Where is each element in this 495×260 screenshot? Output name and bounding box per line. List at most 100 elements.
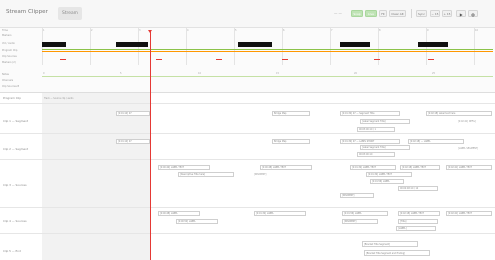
clip-box[interactable]: [Bracket Title Segment and Ending] (364, 250, 430, 256)
play-button[interactable] (456, 10, 466, 17)
toolbar: Stream Clipper Stream — — Snap Live Fit … (0, 0, 495, 28)
video-clip-block[interactable] (42, 41, 66, 47)
track-label: Clip 2 — Segment (3, 147, 29, 151)
zoom-label: — — (334, 11, 342, 15)
clip-box[interactable]: [Descriptive Title here] (178, 172, 234, 177)
red-marker (374, 59, 380, 60)
row-label: Notes (2, 72, 9, 76)
clip-box[interactable]: [0:01:12] 07 (116, 139, 150, 144)
tick-label: 25 (432, 72, 436, 75)
track-label: Clip 4 — Sources (3, 219, 27, 223)
forward-15-button[interactable]: + 15 (442, 10, 452, 17)
clip-box[interactable]: 00:02:48:10 / 12 (398, 186, 438, 191)
timeline-row: Markers (0, 33, 495, 38)
video-clip-block[interactable] (340, 41, 370, 47)
row-label: Markers (2) (2, 60, 16, 64)
playhead-line[interactable] (150, 30, 151, 260)
clip-box[interactable]: [0:00:52] LABEL (176, 219, 218, 224)
clip-side-label: [SEGMENT] (254, 173, 267, 176)
timeline-row: Clip Sources B (0, 84, 495, 89)
clip-box[interactable]: [SEGMENT] (340, 193, 374, 198)
clip-box[interactable]: [0:01:34] LABEL TEXT (366, 172, 412, 177)
sync-button[interactable]: Sync (416, 10, 427, 17)
clip-box[interactable]: [0:00:44] LABEL TEXT (158, 165, 210, 170)
red-marker (216, 59, 222, 60)
tick-label: 0 (43, 72, 45, 75)
row-label: Channels (2, 78, 14, 82)
video-clip-block[interactable] (418, 41, 448, 47)
row-divider (0, 133, 495, 134)
video-clip-block[interactable] (116, 41, 148, 47)
clip-box[interactable]: [SEGMENT] (342, 219, 378, 224)
clip-box[interactable]: [0:02:18] Label text here (426, 111, 492, 116)
clip-box[interactable]: [Bracket Title Segment] (362, 241, 418, 247)
track-label: Clip 3 — Sources (3, 183, 27, 187)
orange-track (42, 51, 493, 53)
clip-box[interactable]: [0:02:41] LABEL TEXT (446, 165, 492, 170)
row-label: Vid / Audio (2, 41, 15, 45)
red-marker (282, 59, 288, 60)
clip-box[interactable]: 00:03:00:10 / 1 (357, 127, 395, 132)
clip-box[interactable]: [0:01:34] LABEL TEXT (350, 165, 396, 170)
past-region (42, 93, 150, 260)
track-label: Clip 1 — Segment (3, 119, 29, 123)
row-label: Markers (2, 33, 12, 37)
video-clip-block[interactable] (238, 41, 272, 47)
tick-label: 20 (354, 72, 358, 75)
settings-icon (471, 13, 475, 16)
row-label: Clip Sources B (2, 84, 20, 88)
row-divider (0, 207, 495, 208)
clip-box[interactable]: [0:02:18] LABEL TEXT (400, 165, 440, 170)
track-header-note: Track — Source clip / audio (44, 96, 74, 100)
row-label: Clip Sources (2, 54, 17, 58)
clip-box[interactable]: [0:02:18] — LABEL (408, 139, 464, 144)
clip-box[interactable]: [0:01:34] 07 — Segment Title (340, 111, 400, 116)
track-label: Program Clip (3, 96, 21, 100)
row-divider (0, 233, 495, 234)
clip-box[interactable]: [Title] (398, 219, 438, 224)
playhead-handle[interactable] (148, 30, 153, 33)
timeline-row: Markers (2) (0, 60, 495, 65)
clip-box[interactable]: Bridge Map (272, 111, 310, 116)
light-green-track (42, 76, 493, 78)
clip-box[interactable]: [0:01:34] LABEL (254, 211, 306, 216)
red-marker (156, 59, 162, 60)
fit-button[interactable]: Fit (379, 10, 387, 17)
clip-box[interactable]: [0:01:34] 07 — LABEL SHORT (340, 139, 400, 144)
tick-label: 15 (276, 72, 280, 75)
row-label: Time (2, 28, 8, 32)
track-label: Clip 5 — End (3, 249, 21, 253)
track-canvas: Program Clip Track — Source clip / audio… (0, 93, 495, 260)
red-marker (428, 59, 434, 60)
tab-stream[interactable]: Stream (58, 7, 82, 20)
snap-button[interactable]: Snap (351, 10, 363, 17)
toolbar-divider (411, 9, 412, 18)
clip-box[interactable]: [Label Segment Title] (360, 145, 410, 150)
settings-button[interactable] (468, 10, 478, 17)
clip-box[interactable]: [0:02:18] LABEL TEXT (398, 211, 440, 216)
clip-box[interactable]: [LABEL] (396, 226, 436, 231)
red-marker (60, 59, 66, 60)
clip-side-label: [LABEL SEGMENT] (458, 147, 478, 150)
row-label: Program Clip (2, 48, 18, 52)
back-15-button[interactable]: − 15 (430, 10, 440, 17)
app-window: Stream Clipper Stream — — Snap Live Fit … (0, 0, 495, 260)
clip-box[interactable]: [0:00:48] LABEL (158, 211, 200, 216)
row-divider (0, 159, 495, 160)
tick-label: 5 (120, 72, 122, 75)
clip-box[interactable]: [0:01:12] 07 (116, 111, 150, 116)
timeline-panel: 1 2 3 4 5 6 7 8 9 10 Time Markers Vid / … (0, 28, 495, 93)
clip-box[interactable]: [0:00:48] LABEL TEXT (260, 165, 312, 170)
clip-box[interactable]: [0:01:56] LABEL (370, 179, 404, 184)
live-button[interactable]: Live (365, 10, 377, 17)
clip-box[interactable]: [0:02:41] LABEL TEXT (446, 211, 492, 216)
tick-label: 10 (198, 72, 202, 75)
timeline-row: Clip Sources (0, 54, 495, 59)
play-icon (459, 12, 463, 17)
clip-box[interactable]: [Label Segment Title] (360, 119, 410, 124)
clip-box[interactable]: Bridge Map (272, 139, 310, 144)
clip-box[interactable]: 00:03:00:10 (357, 152, 395, 157)
row-divider (0, 103, 495, 104)
clear-alt-button[interactable]: Clear Alt (389, 10, 406, 17)
clip-box[interactable]: [0:01:56] LABEL (342, 211, 388, 216)
